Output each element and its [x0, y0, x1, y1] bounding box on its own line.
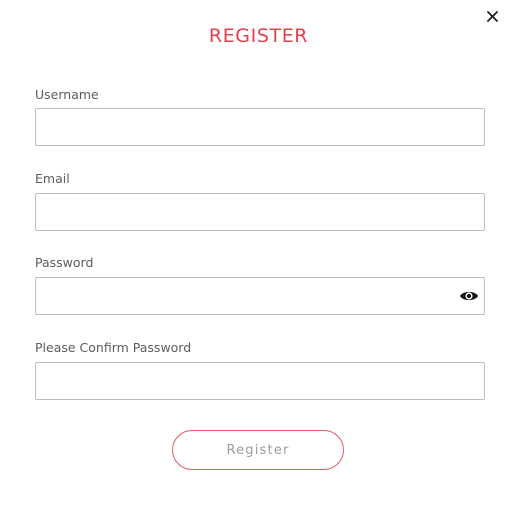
close-icon	[486, 10, 498, 22]
password-field[interactable]	[35, 277, 485, 315]
email-field[interactable]	[35, 193, 485, 231]
username-label: Username	[35, 87, 99, 102]
register-button[interactable]: Register	[172, 430, 344, 470]
email-label: Email	[35, 171, 70, 186]
register-modal: REGISTER Username Email Password Please …	[0, 0, 515, 506]
username-field[interactable]	[35, 108, 485, 146]
password-label: Password	[35, 255, 94, 270]
show-password-toggle[interactable]	[458, 287, 480, 305]
close-button[interactable]	[483, 7, 501, 25]
modal-title: REGISTER	[208, 25, 309, 47]
confirm-password-field[interactable]	[35, 362, 485, 400]
confirm-password-label: Please Confirm Password	[35, 340, 192, 355]
eye-icon	[460, 291, 478, 301]
